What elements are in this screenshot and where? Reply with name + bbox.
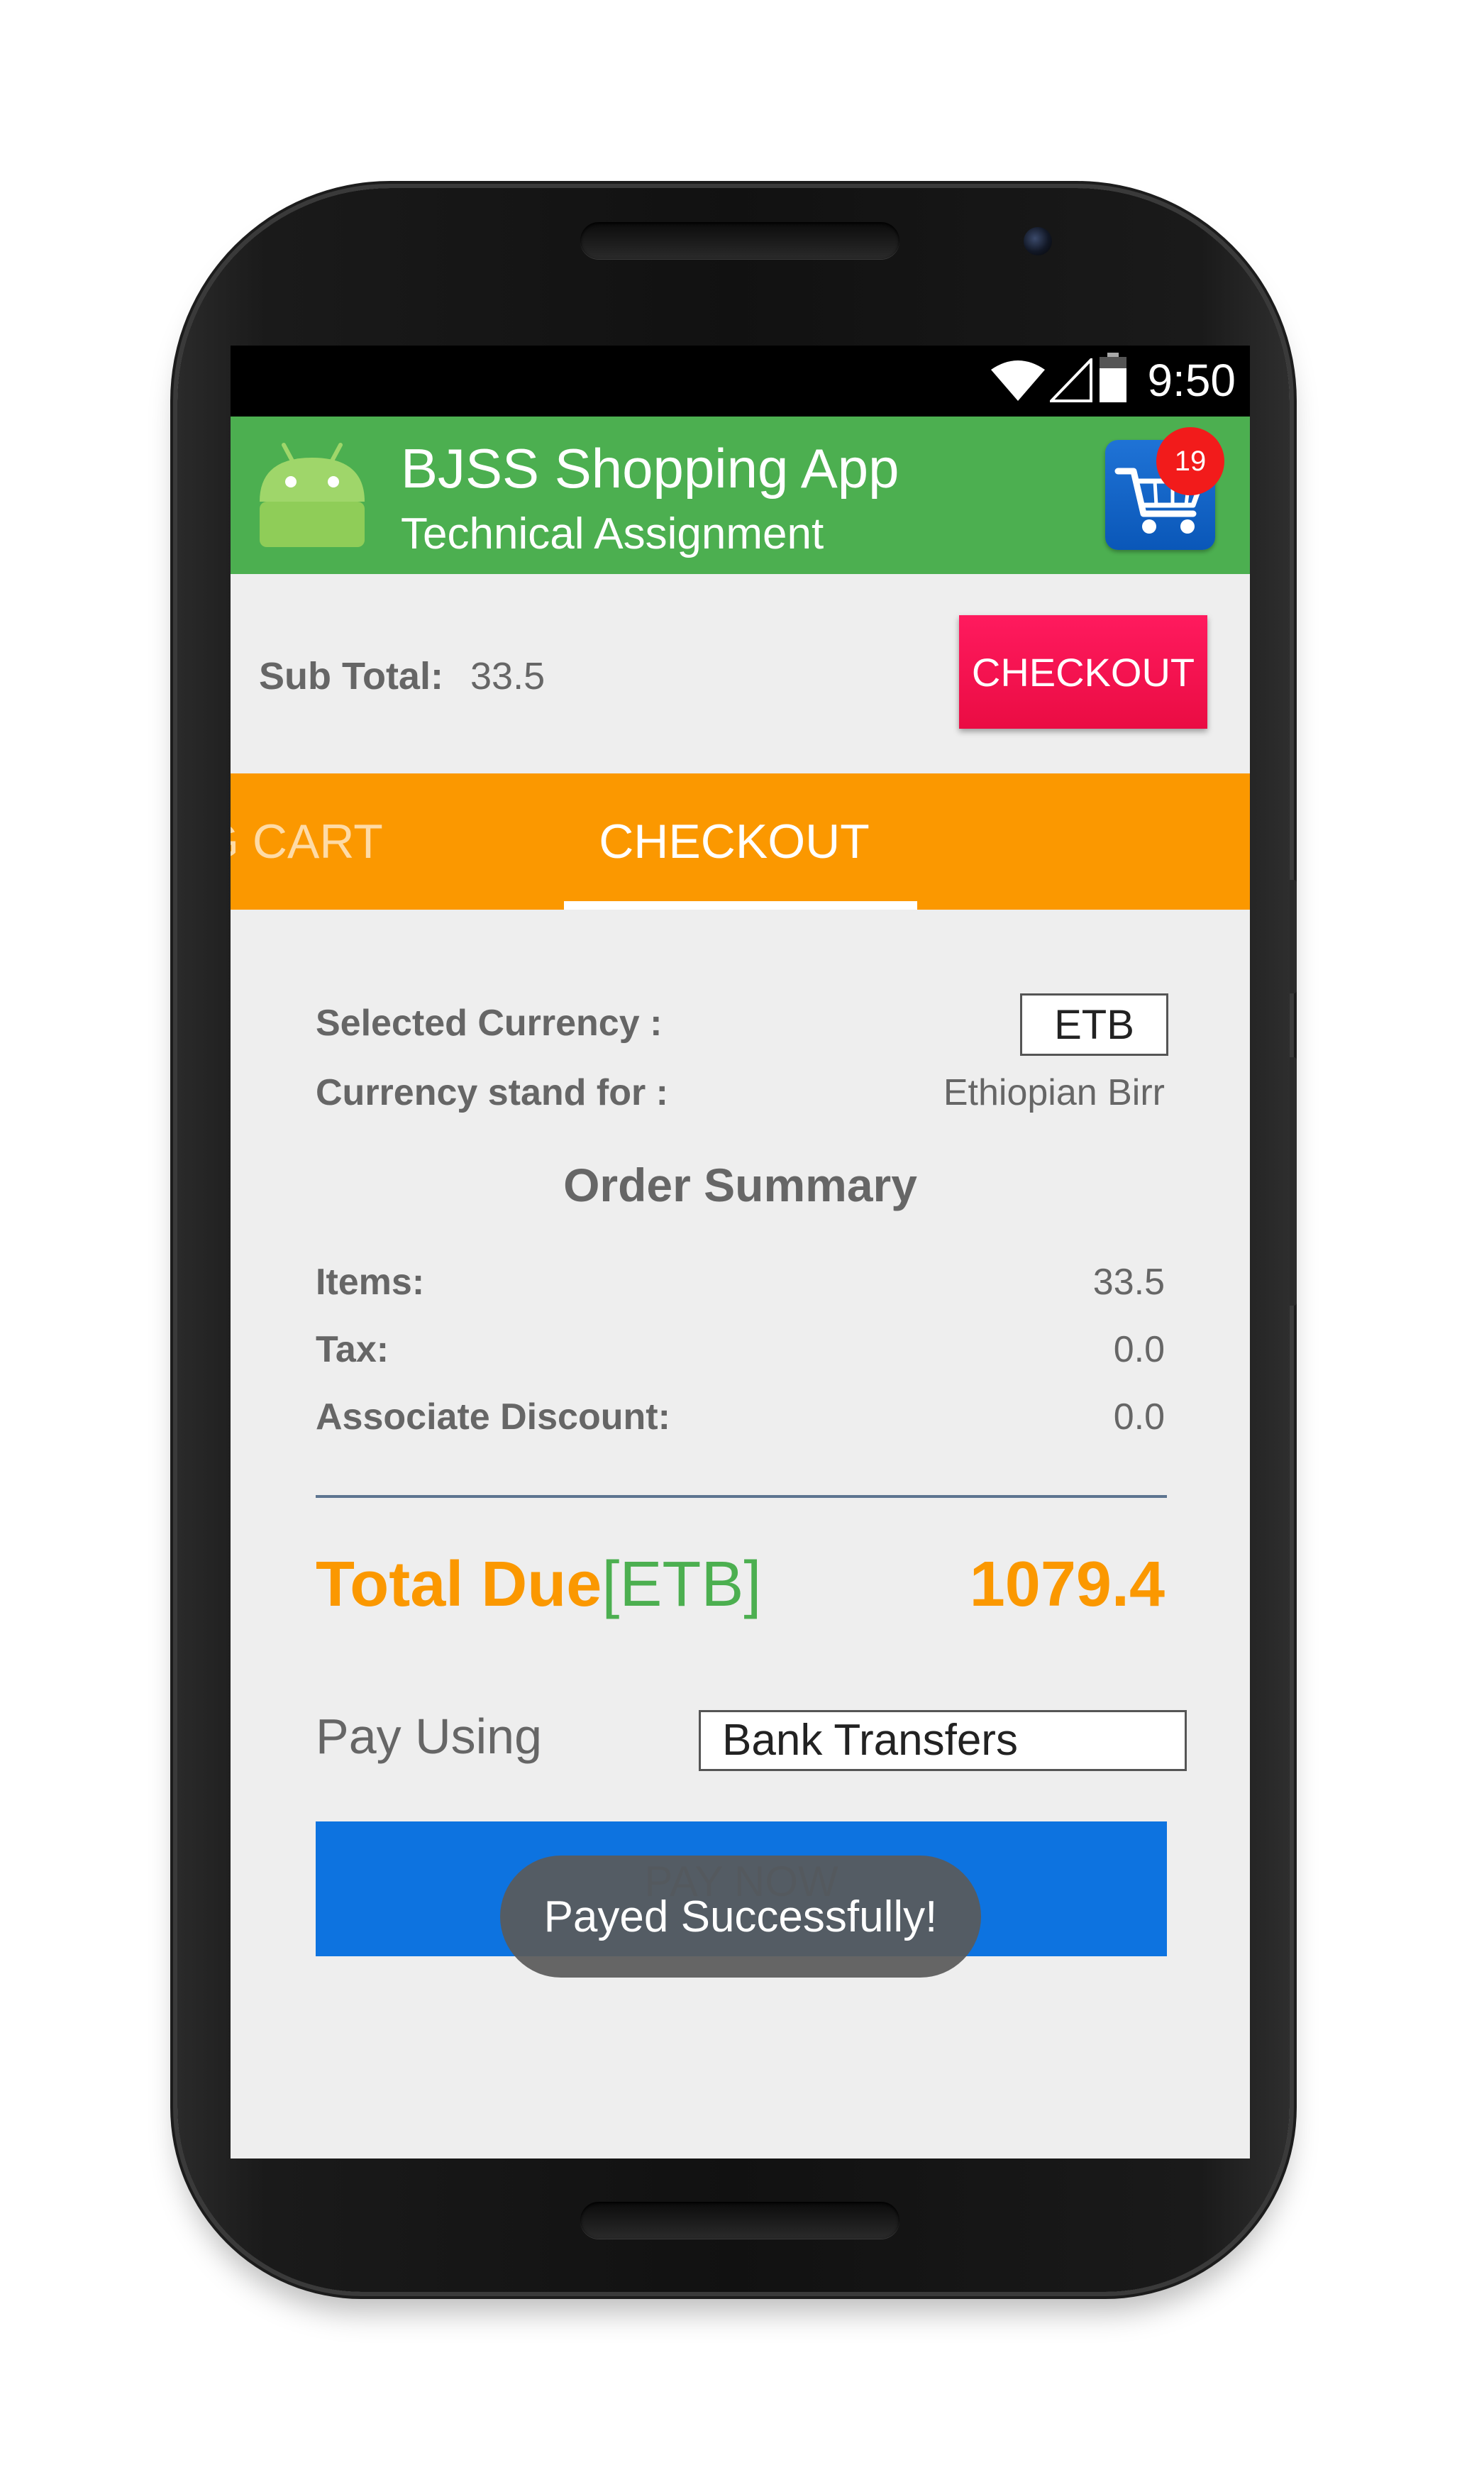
currency-dropdown[interactable]: ETB	[1020, 993, 1168, 1056]
android-icon	[260, 443, 365, 547]
discount-value: 0.0	[1113, 1396, 1165, 1438]
tab-checkout[interactable]: CHECKOUT	[557, 773, 912, 910]
total-due-value: 1079.4	[969, 1549, 1165, 1620]
status-bar: 9:50	[231, 346, 1250, 417]
front-camera	[1024, 227, 1052, 255]
screen: 9:50 BJSS Shopping App Technical Assignm…	[231, 346, 1250, 2159]
battery-icon	[1100, 353, 1126, 402]
top-speaker	[580, 222, 899, 259]
discount-label: Associate Discount:	[316, 1396, 670, 1438]
subtotal-value: 33.5	[470, 655, 546, 698]
pay-using-label: Pay Using	[316, 1709, 543, 1764]
subtotal-label: Sub Total:	[259, 655, 443, 698]
toast-message: Payed Successfully!	[500, 1856, 981, 1978]
bottom-speaker	[580, 2202, 899, 2239]
payment-method-dropdown[interactable]: Bank Transfers	[699, 1710, 1187, 1771]
wifi-icon	[991, 360, 1045, 401]
summary-divider	[316, 1495, 1167, 1498]
app-title: BJSS Shopping App	[401, 437, 899, 500]
order-summary-title: Order Summary	[563, 1159, 917, 1211]
volume-button	[1290, 1057, 1297, 1306]
total-due-label: Total Due[ETB]	[316, 1548, 761, 1621]
tab-shopping-cart[interactable]: NG CART	[231, 773, 383, 910]
app-bar: BJSS Shopping App Technical Assignment 1…	[231, 417, 1250, 574]
cart-badge: 19	[1156, 427, 1224, 495]
currency-stand-label: Currency stand for :	[316, 1072, 668, 1113]
items-label: Items:	[316, 1262, 425, 1303]
tax-label: Tax:	[316, 1329, 389, 1370]
items-value: 33.5	[1092, 1262, 1165, 1303]
checkout-button[interactable]: CHECKOUT	[959, 615, 1207, 729]
currency-stand-value: Ethiopian Birr	[943, 1072, 1165, 1113]
total-due-text: Total Due	[316, 1549, 602, 1620]
total-due-currency: [ETB]	[602, 1549, 762, 1620]
status-time: 9:50	[1147, 355, 1236, 406]
selected-currency-label: Selected Currency :	[316, 1003, 663, 1044]
tab-bar: NG CART CHECKOUT	[231, 773, 1250, 910]
signal-icon	[1050, 358, 1092, 402]
power-button	[1290, 880, 1297, 993]
app-subtitle: Technical Assignment	[401, 509, 824, 558]
tab-indicator	[564, 901, 917, 910]
tax-value: 0.0	[1113, 1329, 1165, 1370]
